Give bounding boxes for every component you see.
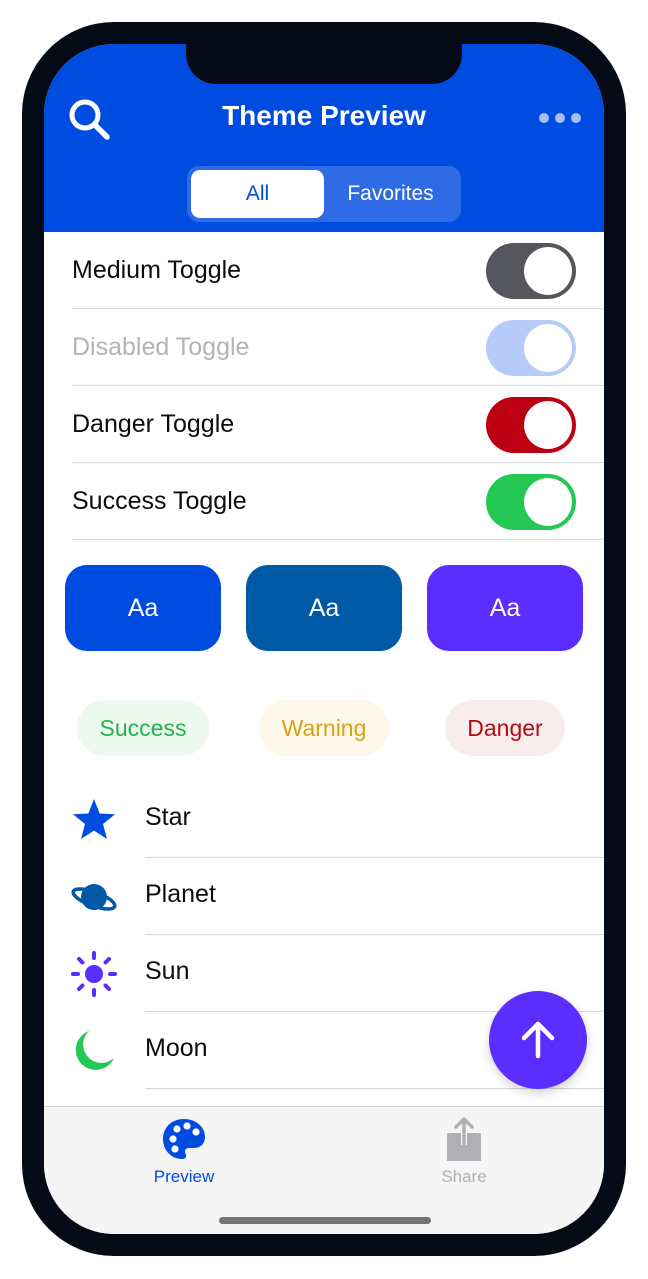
danger-toggle-switch[interactable]	[486, 397, 576, 453]
toggle-label: Disabled Toggle	[72, 332, 250, 361]
toggle-label: Medium Toggle	[72, 255, 242, 284]
segment-all[interactable]: All	[191, 170, 324, 218]
palette-icon	[160, 1115, 208, 1163]
toggle-knob	[524, 478, 572, 526]
toggle-row-disabled: Disabled Toggle	[72, 309, 604, 386]
disabled-toggle-switch	[486, 320, 576, 376]
list-item-label: Moon	[145, 1034, 208, 1062]
tab-share[interactable]: Share	[394, 1115, 534, 1195]
success-toggle-switch[interactable]	[486, 474, 576, 530]
more-dot-icon	[539, 113, 549, 123]
more-dot-icon	[571, 113, 581, 123]
sun-icon	[70, 950, 118, 998]
badge-danger: Danger	[445, 700, 565, 756]
swatch-primary[interactable]: Aa	[65, 565, 221, 651]
swatch-secondary[interactable]: Aa	[246, 565, 402, 651]
tab-preview[interactable]: Preview	[114, 1115, 254, 1195]
medium-toggle-switch[interactable]	[486, 243, 576, 299]
toggle-label: Danger Toggle	[72, 409, 235, 438]
badge-warning: Warning	[259, 700, 389, 756]
list-item-label: Sun	[145, 957, 190, 985]
list-item-label: Star	[145, 803, 191, 831]
home-indicator	[219, 1217, 431, 1224]
moon-icon	[70, 1027, 118, 1075]
segment-favorites[interactable]: Favorites	[324, 170, 457, 218]
toggle-row-success: Success Toggle	[72, 463, 604, 540]
tab-label: Preview	[153, 1167, 215, 1186]
list-item-planet[interactable]: Planet	[44, 858, 604, 935]
tab-bar: Preview Share	[44, 1106, 604, 1234]
swatch-accent[interactable]: Aa	[427, 565, 583, 651]
list-item-label: Planet	[145, 880, 216, 908]
toggle-knob	[524, 401, 572, 449]
toggle-row-medium: Medium Toggle	[72, 232, 604, 309]
star-icon	[70, 796, 118, 844]
segmented-control: All Favorites	[187, 166, 461, 222]
scroll-to-top-button[interactable]	[489, 991, 587, 1089]
toggle-label: Success Toggle	[72, 486, 247, 515]
more-dot-icon	[555, 113, 565, 123]
arrow-up-icon	[521, 1021, 555, 1059]
tab-label: Share	[441, 1167, 487, 1186]
toggle-row-danger: Danger Toggle	[72, 386, 604, 463]
more-button[interactable]	[536, 104, 584, 132]
toggle-knob	[524, 247, 572, 295]
badge-success: Success	[77, 700, 209, 756]
toggle-knob	[524, 324, 572, 372]
page-title: Theme Preview	[222, 100, 426, 131]
planet-icon	[70, 873, 118, 921]
screen: Theme Preview All Favorites Medium Toggl…	[44, 44, 604, 1234]
device-notch	[186, 44, 462, 84]
share-icon	[440, 1115, 488, 1163]
list-item-star[interactable]: Star	[44, 781, 604, 858]
